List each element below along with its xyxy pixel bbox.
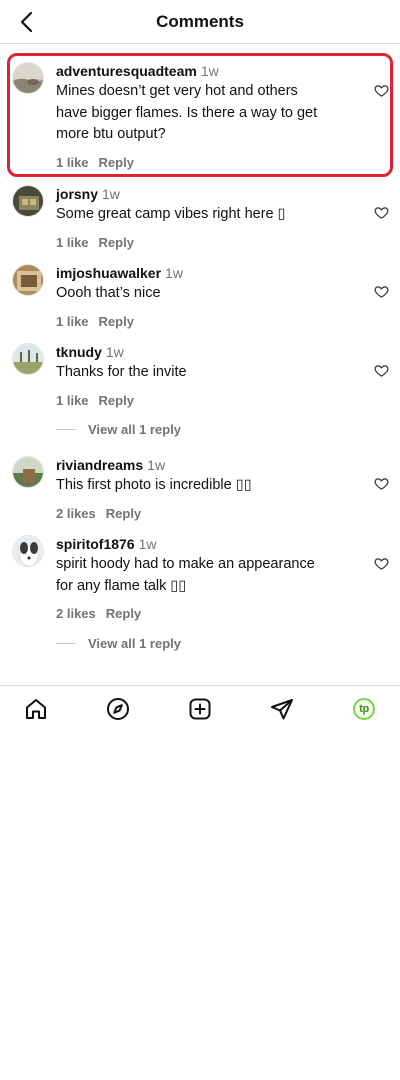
comment-body: tknudy 1w Thanks for the invite 1 like Re… xyxy=(56,343,366,408)
likes-count[interactable]: 2 likes xyxy=(56,606,96,621)
profile-avatar: tp xyxy=(353,698,375,720)
comment-text-line: Some great camp vibes right here ▯ xyxy=(56,206,286,222)
avatar[interactable] xyxy=(12,456,44,488)
heart-icon[interactable] xyxy=(374,556,389,571)
comment-text-line: spirit hoody had to make an appearance xyxy=(56,556,315,572)
comment-body: riviandreams 1w This first photo is incre… xyxy=(56,456,366,521)
comment-text: spirit hoody had to make an appearance f… xyxy=(56,554,366,597)
comment-text-line: Thanks for the invite xyxy=(56,364,187,380)
view-replies-link[interactable]: View all 1 reply xyxy=(56,636,181,651)
avatar[interactable] xyxy=(12,535,44,567)
create-post-icon xyxy=(189,698,211,720)
likes-count[interactable]: 1 like xyxy=(56,393,89,408)
bottom-nav-bar: tp xyxy=(0,685,400,731)
header: Comments xyxy=(0,0,400,44)
comment-text-line: Oooh that’s nice xyxy=(56,285,161,301)
nav-home-button[interactable] xyxy=(23,696,49,722)
comment-body: imjoshuawalker 1w Oooh that’s nice 1 like… xyxy=(56,264,366,329)
comment-text: This first photo is incredible ▯▯ xyxy=(56,475,366,497)
nav-create-button[interactable] xyxy=(187,696,213,722)
likes-count[interactable]: 1 like xyxy=(56,314,89,329)
reply-button[interactable]: Reply xyxy=(99,393,134,408)
comment-username[interactable]: imjoshuawalker xyxy=(56,265,161,281)
heart-icon[interactable] xyxy=(374,363,389,378)
comment-text: Oooh that’s nice xyxy=(56,283,366,305)
heart-icon[interactable] xyxy=(374,476,389,491)
view-replies-link[interactable]: View all 1 reply xyxy=(56,422,181,437)
comment-text-line: This first photo is incredible ▯▯ xyxy=(56,477,252,493)
likes-count[interactable]: 1 like xyxy=(56,235,89,250)
comment-time: 1w xyxy=(105,344,124,360)
comment-text: Some great camp vibes right here ▯ xyxy=(56,204,366,226)
view-replies-label: View all 1 reply xyxy=(88,422,181,437)
nav-profile-button[interactable]: tp xyxy=(351,696,377,722)
comment-username[interactable]: riviandreams xyxy=(56,457,143,473)
comment-time: 1w xyxy=(102,186,120,202)
comment-text: Thanks for the invite xyxy=(56,362,366,384)
explore-compass-icon xyxy=(107,698,129,720)
heart-icon[interactable] xyxy=(374,284,389,299)
comment-username[interactable]: jorsny xyxy=(56,186,98,202)
comment-time: 1w xyxy=(138,536,157,552)
avatar[interactable] xyxy=(12,343,44,375)
comment-time: 1w xyxy=(147,457,166,473)
heart-icon[interactable] xyxy=(374,205,389,220)
page-title: Comments xyxy=(156,12,244,31)
reply-divider-line xyxy=(56,643,76,644)
view-replies-label: View all 1 reply xyxy=(88,636,181,651)
comment-body: spiritof1876 1w spirit hoody had to make … xyxy=(56,535,366,621)
avatar[interactable] xyxy=(12,264,44,296)
reply-button[interactable]: Reply xyxy=(99,314,134,329)
reply-button[interactable]: Reply xyxy=(106,606,141,621)
home-icon xyxy=(26,699,46,719)
selection-highlight xyxy=(7,53,393,177)
reply-divider-line xyxy=(56,429,76,430)
direct-message-icon xyxy=(271,699,293,720)
comment-time: 1w xyxy=(165,265,183,281)
comment-username[interactable]: tknudy xyxy=(56,344,102,360)
comment-body: jorsny 1w Some great camp vibes right her… xyxy=(56,185,366,250)
nav-explore-button[interactable] xyxy=(105,696,131,722)
reply-button[interactable]: Reply xyxy=(99,235,134,250)
nav-messages-button[interactable] xyxy=(269,696,295,722)
reply-button[interactable]: Reply xyxy=(106,506,141,521)
comment-text-line: for any flame talk ▯▯ xyxy=(56,577,187,594)
avatar[interactable] xyxy=(12,185,44,217)
likes-count[interactable]: 2 likes xyxy=(56,506,96,521)
comment-username[interactable]: spiritof1876 xyxy=(56,536,135,552)
